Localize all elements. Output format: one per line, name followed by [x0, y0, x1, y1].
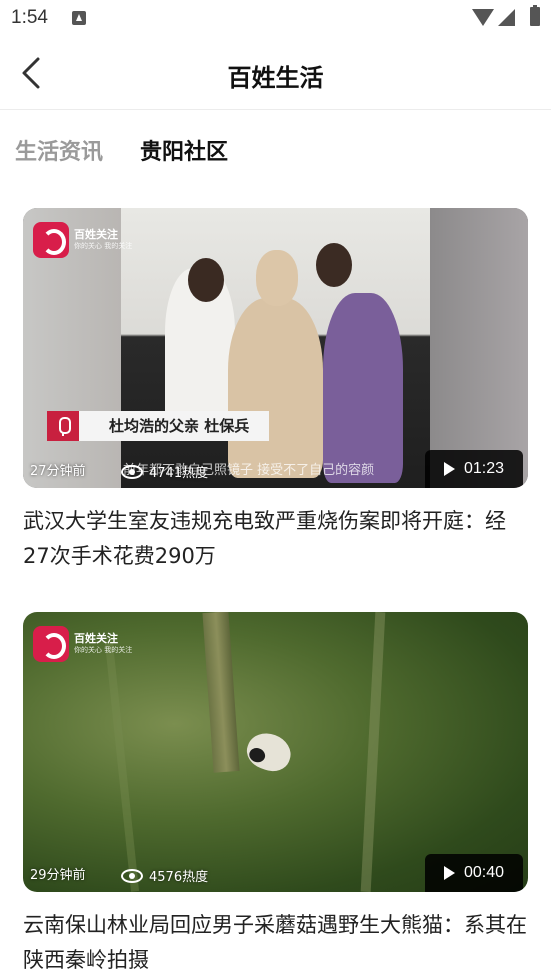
page-title: 百姓生活	[227, 64, 324, 92]
play-icon	[443, 462, 455, 476]
wifi-icon	[472, 9, 494, 26]
news-card[interactable]: 百姓关注 你的关心 我的关注 29分钟前 4576热度 00:40 云南保山林业…	[23, 612, 528, 978]
person-figure	[188, 258, 224, 302]
video-thumbnail[interactable]: 百姓关注 你的关心 我的关注 杜均浩的父亲 杜保兵 前年都不敢自己照镜子 接受不…	[23, 208, 528, 488]
brand-logo-icon	[33, 222, 69, 258]
person-figure	[228, 298, 323, 478]
microphone-icon	[47, 411, 79, 441]
brand-tagline: 你的关心 我的关注	[74, 646, 133, 654]
video-thumbnail[interactable]: 百姓关注 你的关心 我的关注 29分钟前 4576热度 00:40	[23, 612, 528, 892]
status-bar: 1:54	[0, 0, 551, 36]
video-duration-badge: 00:40	[425, 854, 523, 892]
duration-label: 00:40	[463, 864, 505, 881]
speaker-name: 杜均浩的父亲 杜保兵	[79, 411, 270, 441]
thumbnail-scene	[104, 642, 140, 892]
category-tabs: 生活资讯 贵阳社区	[0, 128, 551, 172]
person-figure	[316, 243, 352, 287]
tab-guiyang-community[interactable]: 贵阳社区	[140, 134, 229, 166]
thumbnail-scene	[202, 612, 240, 773]
video-duration-badge: 01:23	[425, 450, 523, 488]
brand-logo-icon	[33, 626, 69, 662]
play-icon	[443, 866, 455, 880]
view-count-label: 4741热度	[149, 466, 209, 481]
view-count: 4576热度	[121, 866, 208, 885]
status-time: 1:54	[11, 7, 48, 28]
battery-icon	[530, 5, 540, 26]
thumbnail-side-blur	[430, 208, 528, 488]
eye-icon	[121, 464, 143, 479]
person-figure	[323, 293, 403, 483]
tab-guiyang-community-label: 贵阳社区	[140, 140, 229, 165]
post-time: 29分钟前	[30, 868, 86, 883]
news-title[interactable]: 武汉大学生室友违规充电致严重烧伤案即将开庭：经27次手术花费290万	[23, 504, 528, 574]
brand-tagline: 你的关心 我的关注	[74, 242, 133, 250]
brand-name: 百姓关注	[74, 228, 118, 241]
eye-icon	[121, 868, 143, 883]
tab-life-news[interactable]: 生活资讯	[15, 134, 103, 166]
duration-label: 01:23	[463, 460, 505, 477]
cell-signal-icon	[498, 9, 515, 26]
view-count-label: 4576热度	[149, 870, 209, 885]
view-count: 4741热度	[121, 462, 208, 481]
news-card[interactable]: 百姓关注 你的关心 我的关注 杜均浩的父亲 杜保兵 前年都不敢自己照镜子 接受不…	[23, 208, 528, 574]
notification-icon	[72, 11, 86, 25]
brand-logo: 百姓关注 你的关心 我的关注	[33, 222, 132, 258]
speaker-caption: 杜均浩的父亲 杜保兵	[47, 411, 270, 441]
brand-logo: 百姓关注 你的关心 我的关注	[33, 626, 132, 662]
panda-figure	[242, 727, 296, 777]
thumbnail-scene	[360, 612, 386, 892]
brand-name: 百姓关注	[74, 632, 118, 645]
top-nav-bar: 百姓生活	[0, 36, 551, 110]
post-time: 27分钟前	[30, 464, 86, 479]
person-figure	[256, 250, 298, 306]
news-title[interactable]: 云南保山林业局回应男子采蘑菇遇野生大熊猫：系其在陕西秦岭拍摄	[23, 908, 528, 978]
